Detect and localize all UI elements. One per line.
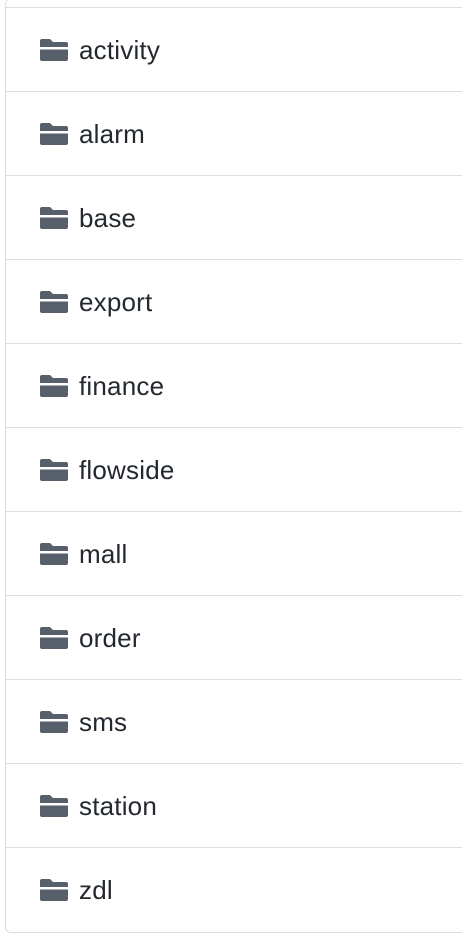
- item-name[interactable]: station: [79, 793, 157, 819]
- folder-icon: [40, 38, 68, 61]
- list-item-order[interactable]: order: [6, 595, 462, 679]
- item-name[interactable]: activity: [79, 37, 160, 63]
- folder-icon: [40, 878, 68, 901]
- directory-list: activity alarm base export finance flows…: [5, 0, 462, 933]
- folder-icon: [40, 794, 68, 817]
- list-item-mall[interactable]: mall: [6, 511, 462, 595]
- folder-icon: [40, 458, 68, 481]
- list-item-alarm[interactable]: alarm: [6, 91, 462, 175]
- list-item-zdl[interactable]: zdl: [6, 847, 462, 931]
- folder-icon: [40, 710, 68, 733]
- folder-icon: [40, 374, 68, 397]
- list-item-station[interactable]: station: [6, 763, 462, 847]
- list-item-sms[interactable]: sms: [6, 679, 462, 763]
- item-name[interactable]: zdl: [79, 877, 113, 903]
- folder-icon: [40, 542, 68, 565]
- item-name[interactable]: sms: [79, 709, 127, 735]
- list-item-export[interactable]: export: [6, 259, 462, 343]
- item-name[interactable]: base: [79, 205, 136, 231]
- folder-icon: [40, 626, 68, 649]
- folder-icon: [40, 290, 68, 313]
- item-name[interactable]: flowside: [79, 457, 175, 483]
- list-item-activity[interactable]: activity: [6, 7, 462, 91]
- item-name[interactable]: finance: [79, 373, 164, 399]
- item-name[interactable]: alarm: [79, 121, 145, 147]
- item-name[interactable]: order: [79, 625, 141, 651]
- list-item-flowside[interactable]: flowside: [6, 427, 462, 511]
- folder-icon: [40, 206, 68, 229]
- list-item-base[interactable]: base: [6, 175, 462, 259]
- item-name[interactable]: export: [79, 289, 152, 315]
- item-name[interactable]: mall: [79, 541, 127, 567]
- folder-icon: [40, 122, 68, 145]
- list-item-finance[interactable]: finance: [6, 343, 462, 427]
